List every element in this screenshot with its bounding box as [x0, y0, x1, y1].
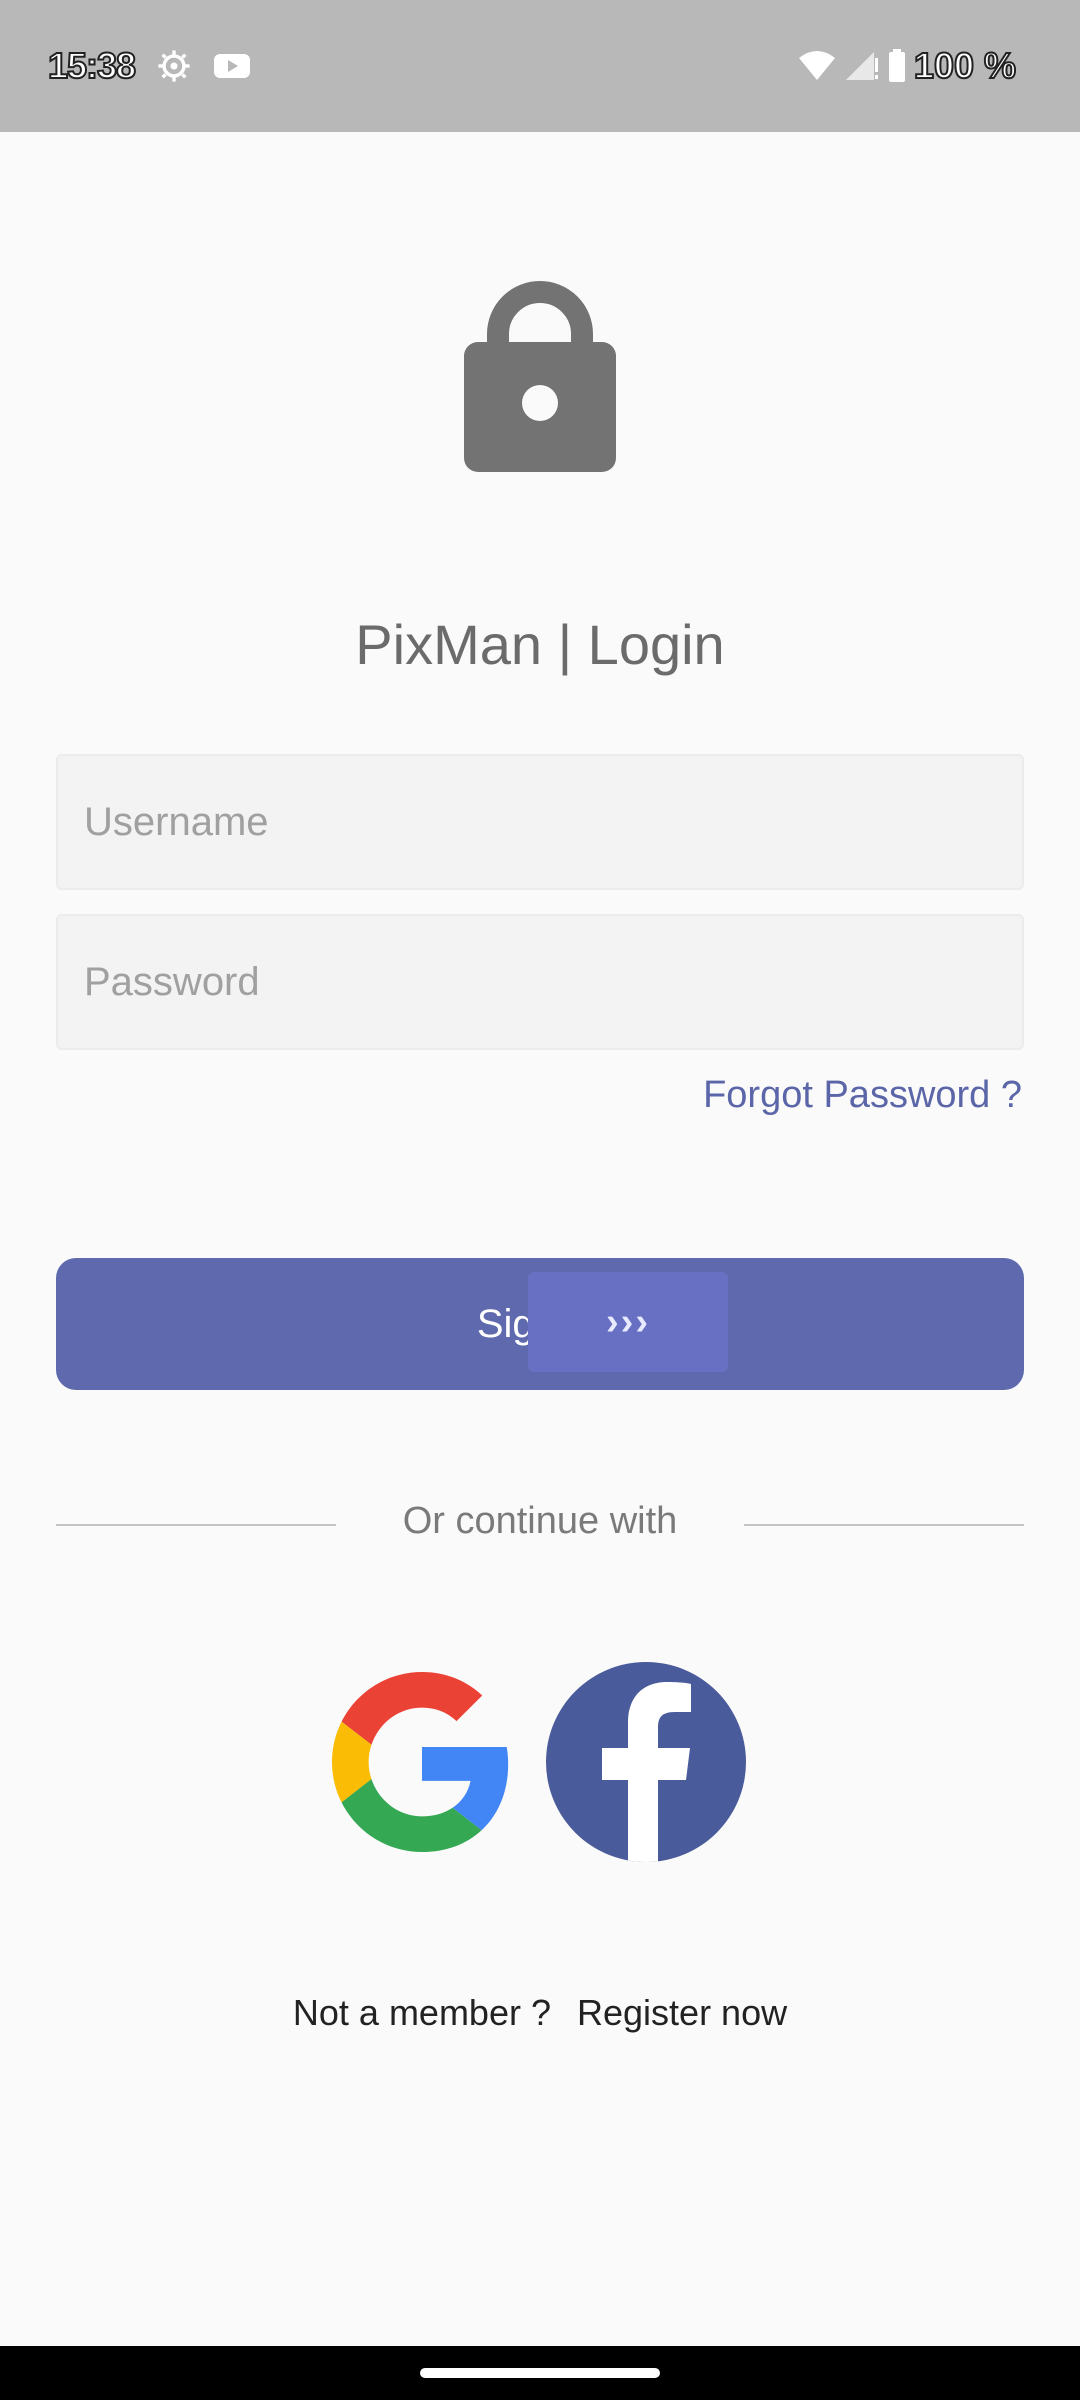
password-input[interactable]: Password [56, 914, 1024, 1050]
lock-icon [464, 272, 616, 472]
username-input[interactable]: Username [56, 754, 1024, 890]
facebook-icon[interactable] [546, 1662, 746, 1862]
status-bar: 15:38 100 % [0, 0, 1080, 132]
battery-icon [888, 49, 906, 83]
password-placeholder: Password [84, 959, 260, 1004]
youtube-icon [213, 51, 251, 81]
status-left: 15:38 [47, 44, 251, 87]
divider-right [744, 1524, 1024, 1526]
signal-icon [844, 50, 880, 82]
status-right: 100 % [776, 44, 1017, 87]
register-prompt: Not a member ? [292, 1992, 551, 2033]
battery-percent: 100 % [913, 44, 1017, 87]
settings-gear-icon [157, 49, 191, 83]
sign-in-button[interactable]: Sign in ››› [56, 1258, 1024, 1390]
forgot-password-link[interactable]: Forgot Password ? [703, 1074, 1022, 1117]
arrows-icon: ››› [528, 1272, 728, 1372]
google-icon[interactable] [332, 1670, 512, 1854]
status-time: 15:38 [47, 44, 137, 87]
page-title: PixMan | Login [355, 613, 725, 676]
register-now-link[interactable]: Register now [577, 1992, 787, 2034]
arrows-text: ››› [606, 1300, 650, 1343]
or-continue-text: Or continue with [402, 1500, 678, 1542]
wifi-icon [798, 50, 836, 82]
register-row: Not a member ? Register now [0, 1992, 1080, 2034]
home-gesture-handle[interactable] [420, 2368, 660, 2378]
username-placeholder: Username [84, 799, 269, 844]
